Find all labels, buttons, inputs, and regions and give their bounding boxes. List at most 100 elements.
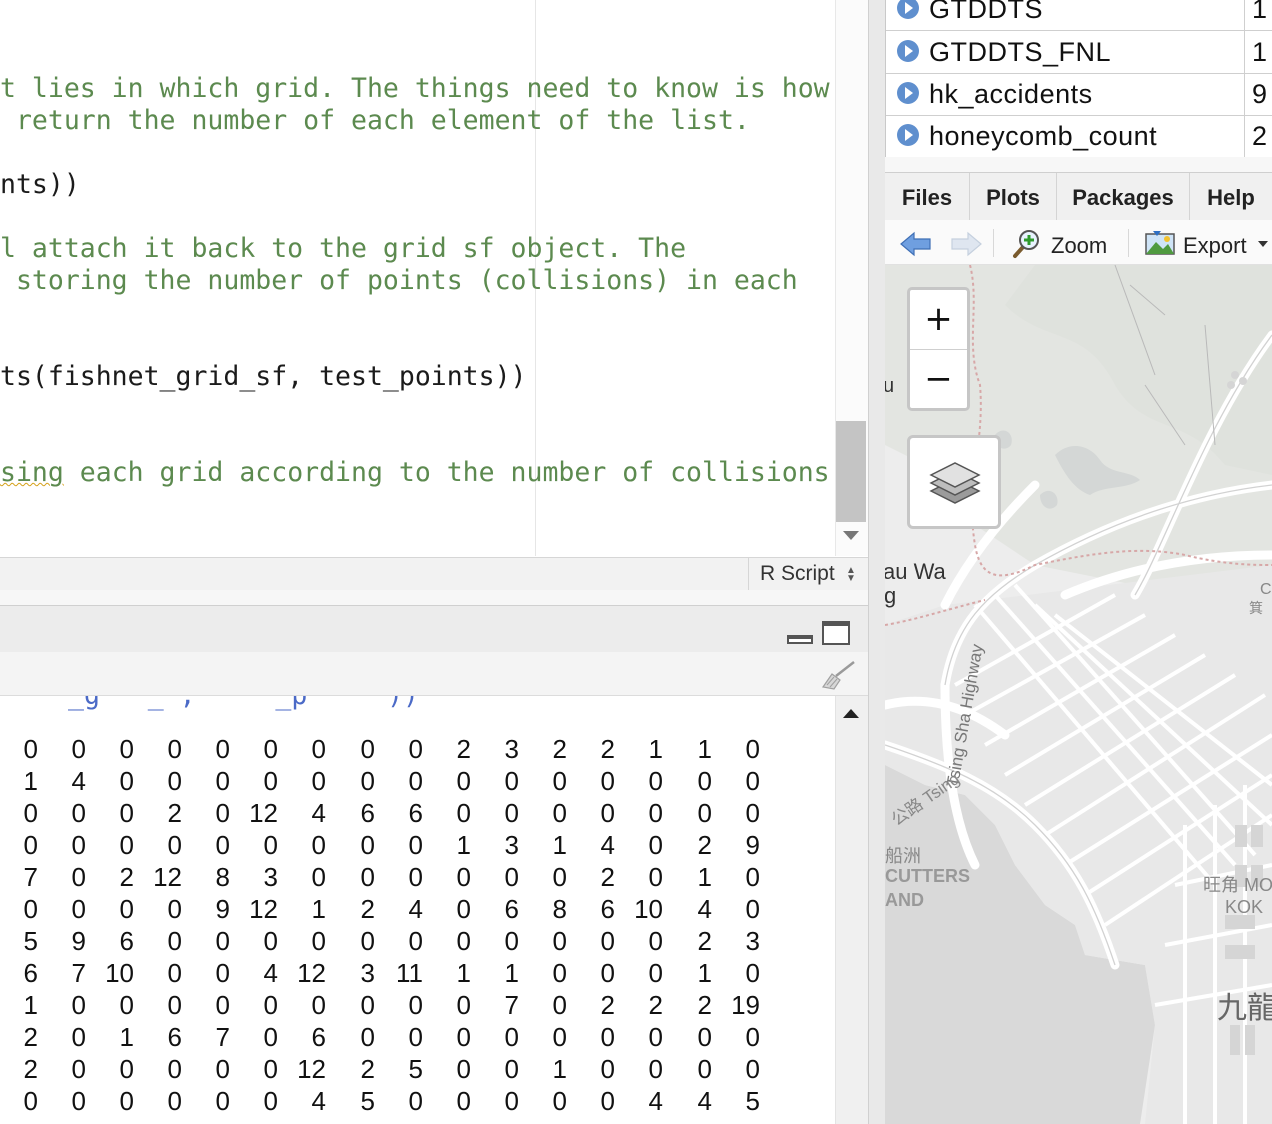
matrix-row: 2 0 0 0 0 0 12 2 5 0 0 1 0 0 0 0 — [0, 1053, 790, 1085]
matrix-cell: 1 — [552, 830, 567, 860]
matrix-row: 5 9 6 0 0 0 0 0 0 0 0 0 0 0 2 3 — [0, 925, 790, 957]
zoom-control: + − — [907, 287, 970, 411]
map-label: 旺角 MO — [1203, 875, 1272, 895]
matrix-cell: 1 — [119, 1022, 134, 1052]
console-output[interactable]: _g _ , _p )) 000000000232211014000000000… — [0, 696, 835, 1124]
zoom-in-button[interactable]: + — [910, 290, 967, 350]
matrix-cell: 0 — [504, 862, 519, 892]
matrix-cell: 2 — [360, 894, 375, 924]
leaflet-map[interactable]: au Wa g u Tsing Sha Highway 公路 Tsing 船洲 … — [885, 265, 1272, 1124]
matrix-cell: 0 — [119, 766, 134, 796]
file-type-selector[interactable]: R Script ▲ ▼ — [748, 558, 880, 590]
matrix-cell: 0 — [360, 734, 375, 764]
env-row-gtddts-fnl[interactable]: GTDDTS_FNL 1 — [886, 31, 1272, 74]
tab-files[interactable]: Files — [885, 173, 970, 220]
minimize-pane-icon[interactable] — [787, 635, 813, 644]
matrix-cell: 0 — [167, 1086, 182, 1116]
matrix-cell: 0 — [263, 1022, 278, 1052]
matrix-cell: 0 — [311, 862, 326, 892]
matrix-cell: 0 — [648, 830, 663, 860]
console-scrollbar[interactable] — [835, 696, 869, 1124]
matrix-cell: 0 — [697, 798, 712, 828]
matrix-cell: 12 — [297, 958, 326, 988]
matrix-cell: 0 — [215, 990, 230, 1020]
matrix-row: 1 4 0 0 0 0 0 0 0 0 0 0 0 0 0 0 — [0, 765, 790, 797]
matrix-row: 0 0 0 0 9 12 1 2 4 0 6 8 6 10 4 0 — [0, 893, 790, 925]
pane-splitter[interactable] — [868, 0, 885, 1124]
tab-plots[interactable]: Plots — [970, 173, 1057, 220]
env-row-hk-accidents[interactable]: hk_accidents 9 — [886, 73, 1272, 116]
matrix-cell: 4 — [71, 766, 86, 796]
matrix-cell: 0 — [745, 894, 760, 924]
console-toolbar — [0, 652, 868, 696]
arrow-left-icon[interactable] — [899, 230, 933, 258]
matrix-cell: 0 — [456, 1054, 471, 1084]
matrix-cell: 0 — [552, 990, 567, 1020]
dropdown-caret-icon[interactable] — [1258, 241, 1268, 247]
magnifier-plus-icon[interactable] — [1010, 228, 1042, 260]
env-row-gtddts[interactable]: GTDDTS 1 — [886, 0, 1272, 31]
tab-help[interactable]: Help — [1190, 173, 1272, 220]
pane-gap — [0, 590, 868, 605]
editor-scrollbar-thumb[interactable] — [836, 421, 866, 522]
map-label: u — [885, 375, 895, 397]
comment-line: sing each grid according to the number o… — [0, 457, 830, 488]
scroll-up-arrow-icon[interactable] — [843, 709, 859, 718]
matrix-cell: 0 — [311, 990, 326, 1020]
matrix-cell: 0 — [263, 1086, 278, 1116]
matrix-cell: 0 — [648, 958, 663, 988]
layers-control[interactable] — [907, 435, 1001, 529]
matrix-cell: 0 — [408, 830, 423, 860]
matrix-cell: 1 — [697, 958, 712, 988]
env-row-honeycomb-count[interactable]: honeycomb_count 2 — [886, 115, 1272, 158]
arrow-right-icon[interactable] — [949, 230, 983, 258]
matrix-cell: 0 — [600, 798, 615, 828]
export-image-icon[interactable] — [1143, 229, 1177, 257]
zoom-out-button[interactable]: − — [910, 350, 967, 409]
matrix-cell: 0 — [360, 862, 375, 892]
matrix-cell: 2 — [600, 990, 615, 1020]
matrix-cell: 0 — [71, 1086, 86, 1116]
matrix-row: 7 0 2 12 8 3 0 0 0 0 0 0 2 0 1 0 — [0, 861, 790, 893]
env-value: 2 — [1252, 121, 1268, 151]
broom-icon[interactable] — [818, 658, 858, 690]
matrix-cell: 0 — [408, 766, 423, 796]
matrix-cell: 0 — [119, 830, 134, 860]
source-editor[interactable]: t lies in which grid. The things need to… — [0, 0, 835, 556]
matrix-cell: 0 — [408, 1086, 423, 1116]
matrix-cell: 2 — [697, 990, 712, 1020]
play-circle-icon[interactable] — [897, 82, 919, 104]
comment-line: t lies in which grid. The things need to… — [0, 73, 830, 104]
matrix-cell: 0 — [648, 766, 663, 796]
play-circle-icon[interactable] — [897, 124, 919, 146]
matrix-cell: 0 — [504, 1022, 519, 1052]
maximize-pane-icon[interactable] — [822, 621, 850, 645]
tab-packages[interactable]: Packages — [1057, 173, 1190, 220]
matrix-cell: 0 — [167, 958, 182, 988]
matrix-cell: 12 — [297, 1054, 326, 1084]
play-circle-icon[interactable] — [897, 40, 919, 62]
play-circle-icon[interactable] — [897, 0, 919, 19]
matrix-cell: 0 — [504, 798, 519, 828]
matrix-cell: 0 — [600, 1022, 615, 1052]
matrix-cell: 4 — [311, 1086, 326, 1116]
matrix-cell: 0 — [71, 734, 86, 764]
matrix-cell: 1 — [552, 1054, 567, 1084]
scroll-down-arrow-icon[interactable] — [843, 531, 859, 540]
matrix-cell: 0 — [23, 734, 38, 764]
spellcheck-word: sing — [0, 457, 64, 488]
matrix-row: 0 0 0 0 0 0 0 0 0 1 3 1 4 0 2 9 — [0, 829, 790, 861]
matrix-cell: 0 — [408, 734, 423, 764]
matrix-cell: 0 — [360, 926, 375, 956]
matrix-row: 0 0 0 0 0 0 0 0 0 2 3 2 2 1 1 0 — [0, 733, 790, 765]
matrix-cell: 6 — [360, 798, 375, 828]
matrix-cell: 0 — [119, 894, 134, 924]
matrix-cell: 2 — [456, 734, 471, 764]
matrix-cell: 0 — [263, 990, 278, 1020]
matrix-cell: 0 — [648, 1022, 663, 1052]
comment-line: return the number of each element of the… — [0, 105, 750, 136]
matrix-cell: 6 — [167, 1022, 182, 1052]
toolbar-divider — [1128, 229, 1129, 257]
env-name: hk_accidents — [929, 79, 1093, 109]
env-value: 1 — [1252, 37, 1268, 67]
